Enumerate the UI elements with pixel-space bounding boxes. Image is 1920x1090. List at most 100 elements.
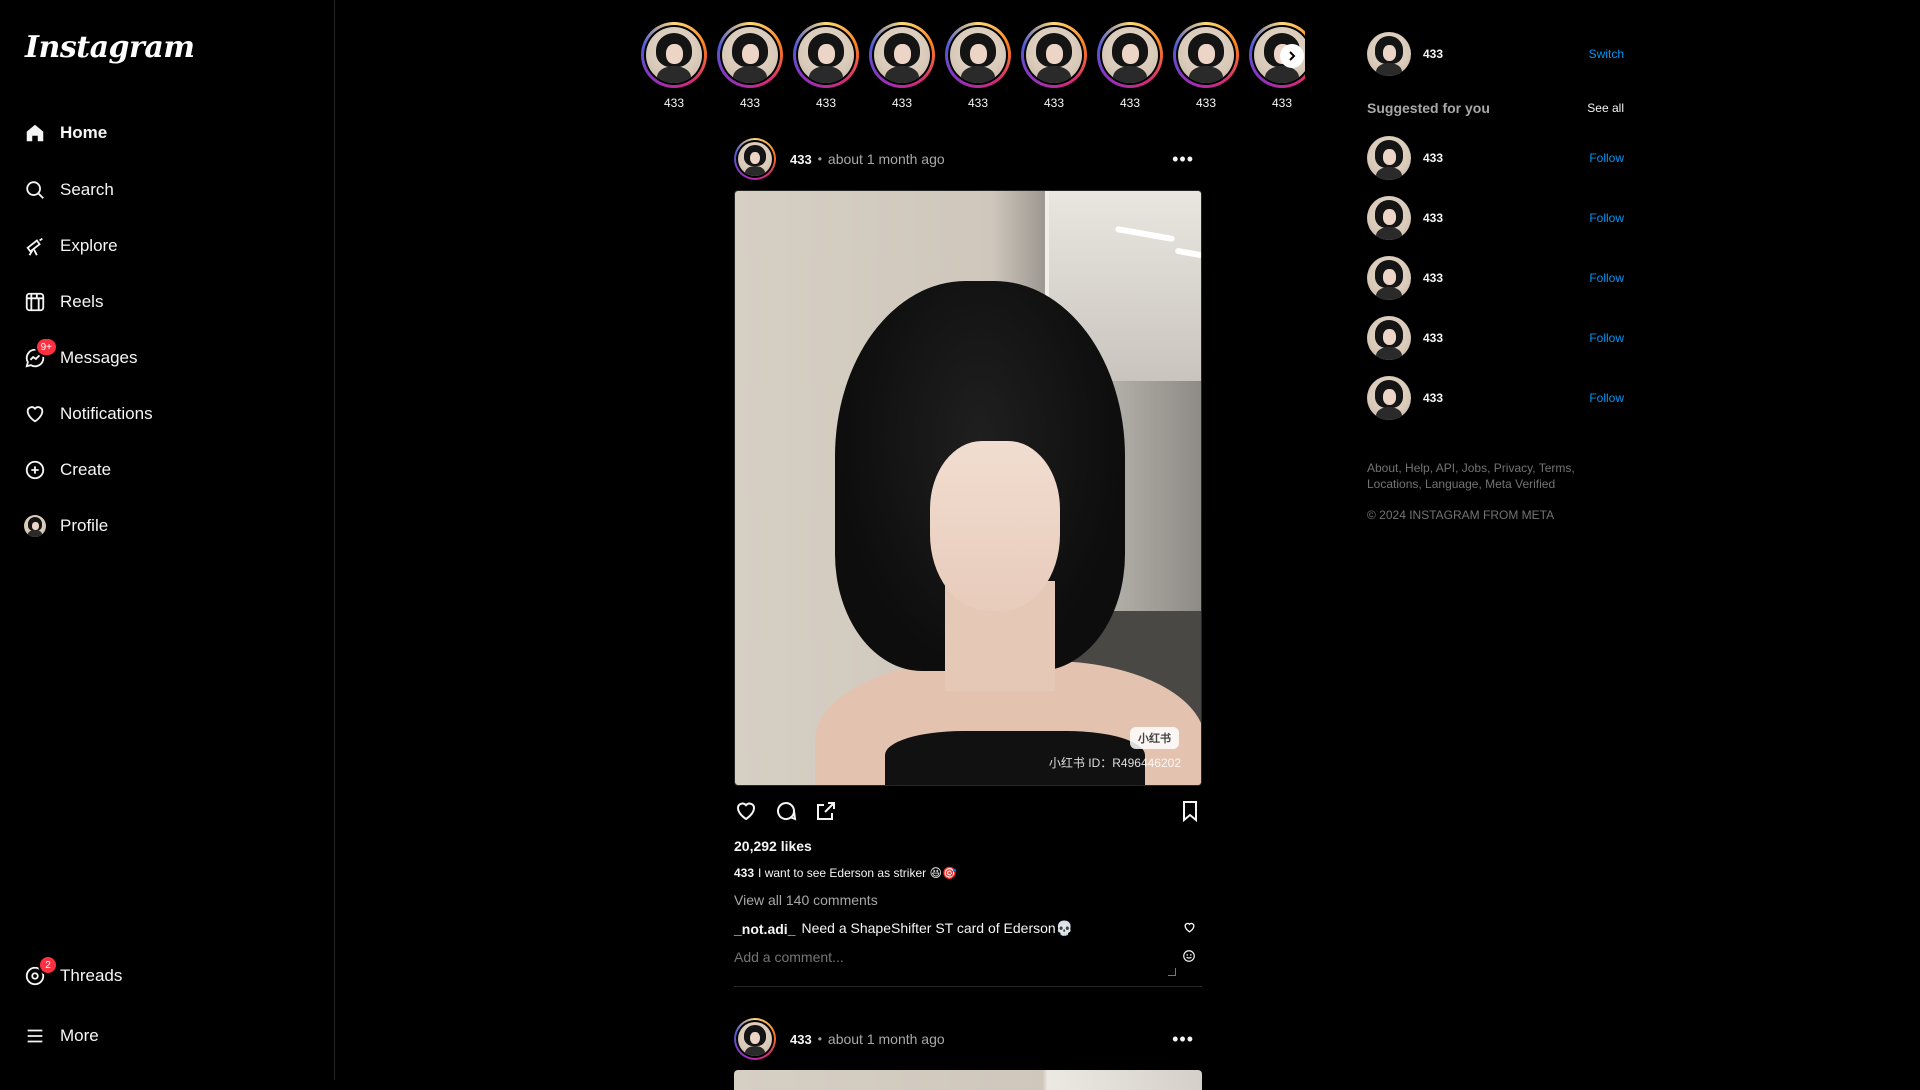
avatar[interactable] — [1367, 256, 1411, 300]
comment-username[interactable]: _not.adi_ — [734, 921, 795, 937]
post-avatar-ring[interactable] — [734, 1018, 776, 1060]
follow-button[interactable]: Follow — [1589, 271, 1624, 285]
post-avatar-ring[interactable] — [734, 138, 776, 180]
watermark-badge: 小红书 — [1130, 727, 1179, 749]
avatar[interactable] — [1367, 376, 1411, 420]
textarea-resize-handle[interactable] — [1168, 968, 1176, 976]
see-all-link[interactable]: See all — [1587, 101, 1624, 115]
suggestion-username[interactable]: 433 — [1423, 271, 1443, 285]
post-username[interactable]: 433 — [790, 1032, 812, 1047]
footer-link-privacy[interactable]: Privacy — [1494, 461, 1532, 475]
like-icon[interactable] — [734, 793, 770, 829]
story-item[interactable]: 433 — [944, 22, 1012, 110]
footer-link-meta-verified[interactable]: Meta Verified — [1485, 477, 1555, 491]
nav-explore[interactable]: Explore — [22, 224, 118, 268]
story-username: 433 — [891, 96, 913, 110]
footer-link-terms[interactable]: Terms — [1539, 461, 1572, 475]
caption-text: I want to see Ederson as striker 😆🎯 — [758, 866, 957, 880]
nav-search-label: Search — [60, 180, 114, 199]
story-item[interactable]: 433 — [1172, 22, 1240, 110]
messages-badge: 9+ — [34, 337, 58, 357]
post-time[interactable]: about 1 month ago — [828, 1031, 945, 1047]
story-item[interactable]: 433 — [640, 22, 708, 110]
view-all-comments-link[interactable]: View all 140 comments — [734, 892, 1202, 908]
footer-link-about[interactable]: About — [1367, 461, 1398, 475]
instagram-logo[interactable]: Instagram — [25, 30, 195, 65]
nav-threads[interactable]: 2 Threads — [22, 954, 122, 998]
suggestion-row: 433 Follow — [1367, 256, 1624, 300]
footer-link-language[interactable]: Language — [1425, 477, 1478, 491]
story-item[interactable]: 433 — [716, 22, 784, 110]
suggested-header: Suggested for you See all — [1367, 100, 1624, 116]
nav-more[interactable]: More — [22, 1014, 99, 1058]
follow-button[interactable]: Follow — [1589, 211, 1624, 225]
footer-link-jobs[interactable]: Jobs — [1462, 461, 1487, 475]
footer-link-help[interactable]: Help — [1405, 461, 1430, 475]
reels-icon — [22, 289, 48, 315]
share-icon[interactable] — [814, 793, 850, 829]
nav-reels[interactable]: Reels — [22, 280, 103, 324]
suggested-title: Suggested for you — [1367, 100, 1490, 116]
caption-username[interactable]: 433 — [734, 866, 754, 880]
add-comment-input[interactable] — [734, 947, 1154, 967]
heart-icon — [22, 401, 48, 427]
nav-notifications[interactable]: Notifications — [22, 392, 153, 436]
suggestion-username[interactable]: 433 — [1423, 391, 1443, 405]
avatar — [798, 27, 854, 83]
post-image[interactable]: 小红书 小红书 ID：R496446202 — [734, 190, 1202, 786]
stories-next-button[interactable] — [1280, 44, 1304, 68]
likes-count[interactable]: 20,292 likes — [734, 838, 1202, 854]
suggestion-row: 433 Follow — [1367, 376, 1624, 420]
comment-like-icon[interactable] — [1183, 921, 1196, 937]
avatar[interactable] — [1367, 316, 1411, 360]
story-item[interactable]: 433 — [1020, 22, 1088, 110]
follow-button[interactable]: Follow — [1589, 391, 1624, 405]
post-header: 433 • about 1 month ago ••• — [734, 1014, 1202, 1064]
story-username: 433 — [1043, 96, 1065, 110]
separator-dot: • — [817, 152, 822, 166]
nav-messages[interactable]: 9+ Messages — [22, 336, 137, 380]
story-item[interactable]: 433 — [868, 22, 936, 110]
story-item[interactable]: 433 — [792, 22, 860, 110]
hamburger-icon — [22, 1023, 48, 1049]
nav-profile-label: Profile — [60, 516, 109, 535]
bookmark-icon[interactable] — [1166, 793, 1202, 829]
avatar[interactable] — [1367, 196, 1411, 240]
more-options-icon[interactable]: ••• — [1172, 1029, 1194, 1050]
nav-search[interactable]: Search — [22, 168, 114, 212]
story-item[interactable]: 433 — [1096, 22, 1164, 110]
threads-icon: 2 — [22, 955, 58, 989]
more-options-icon[interactable]: ••• — [1172, 149, 1194, 170]
avatar — [874, 27, 930, 83]
home-icon — [22, 120, 48, 146]
post-caption: 433 I want to see Ederson as striker 😆🎯 — [734, 866, 1202, 880]
threads-badge: 2 — [38, 955, 58, 975]
current-username[interactable]: 433 — [1423, 47, 1443, 61]
nav-home-label: Home — [60, 123, 108, 142]
nav-profile[interactable]: Profile — [22, 504, 108, 548]
nav-create[interactable]: Create — [22, 448, 111, 492]
post-image[interactable] — [734, 1070, 1202, 1090]
comment-icon[interactable] — [774, 793, 810, 829]
avatar[interactable] — [1367, 32, 1411, 76]
explore-icon — [22, 233, 48, 259]
footer-link-api[interactable]: API — [1436, 461, 1455, 475]
follow-button[interactable]: Follow — [1589, 331, 1624, 345]
story-username: 433 — [1119, 96, 1141, 110]
switch-account-button[interactable]: Switch — [1589, 47, 1624, 61]
post-username[interactable]: 433 — [790, 152, 812, 167]
feed-post: 433 • about 1 month ago ••• 小红书 小红书 ID：R… — [734, 134, 1202, 987]
post-time[interactable]: about 1 month ago — [828, 151, 945, 167]
suggestion-username[interactable]: 433 — [1423, 211, 1443, 225]
nav-threads-label: Threads — [60, 966, 123, 985]
avatar[interactable] — [1367, 136, 1411, 180]
avatar — [24, 515, 46, 537]
footer-link-locations[interactable]: Locations — [1367, 477, 1418, 491]
suggestion-username[interactable]: 433 — [1423, 331, 1443, 345]
nav-create-label: Create — [60, 460, 112, 479]
emoji-icon[interactable] — [1182, 949, 1196, 968]
follow-button[interactable]: Follow — [1589, 151, 1624, 165]
suggestion-username[interactable]: 433 — [1423, 151, 1443, 165]
nav-home[interactable]: Home — [22, 111, 107, 155]
avatar — [722, 27, 778, 83]
